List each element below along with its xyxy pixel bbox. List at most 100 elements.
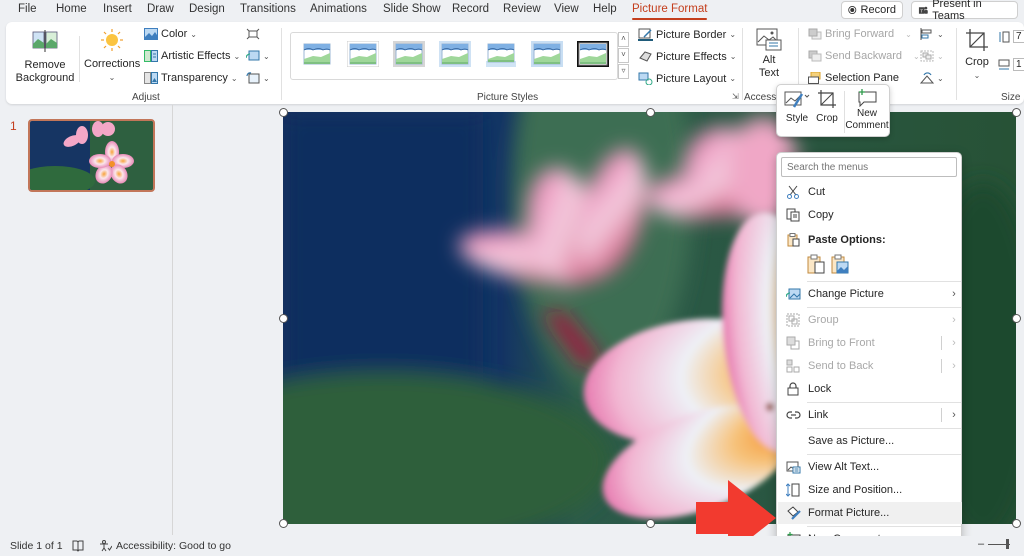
- menu-search-input[interactable]: [781, 157, 957, 177]
- notes-button[interactable]: [72, 540, 84, 552]
- height-value[interactable]: 7: [1013, 30, 1024, 43]
- width-value[interactable]: 1: [1013, 58, 1024, 71]
- accessibility-status[interactable]: Accessibility: Good to go: [99, 540, 231, 552]
- submenu-arrow-icon[interactable]: ›: [946, 337, 962, 349]
- menu-item-send-to-back[interactable]: Send to Back ›: [778, 355, 962, 377]
- resize-handle-left[interactable]: [279, 314, 288, 323]
- rotate-button[interactable]: ⌄: [920, 72, 944, 84]
- shape-width-field[interactable]: 1: [998, 58, 1024, 71]
- menu-item-bring-to-front-label: Bring to Front: [808, 337, 875, 349]
- menu-item-cut[interactable]: Cut: [778, 181, 962, 203]
- separator: [956, 28, 957, 100]
- zoom-slider-track[interactable]: [988, 538, 1011, 549]
- submenu-arrow-icon[interactable]: ›: [946, 409, 962, 421]
- artistic-effects-button[interactable]: Artistic Effects ⌄: [144, 50, 240, 62]
- slide-thumbnail[interactable]: [28, 119, 155, 192]
- mini-crop-button[interactable]: Crop: [814, 89, 840, 125]
- menu-item-group[interactable]: Group ›: [778, 309, 962, 331]
- menu-item-bring-to-front[interactable]: Bring to Front ›: [778, 332, 962, 354]
- tab-help[interactable]: Help: [593, 3, 617, 15]
- zoom-out-icon[interactable]: –: [978, 538, 984, 550]
- submenu-arrow-icon[interactable]: ›: [946, 360, 962, 372]
- menu-item-size-and-position[interactable]: Size and Position...: [778, 479, 962, 501]
- zoom-slider-thumb[interactable]: [1006, 538, 1010, 549]
- tab-design[interactable]: Design: [189, 3, 225, 15]
- gallery-scroll-down[interactable]: ˅: [618, 48, 629, 63]
- selection-pane-button[interactable]: Selection Pane: [808, 72, 899, 84]
- shape-height-field[interactable]: 7: [998, 30, 1024, 43]
- menu-item-view-alt-text[interactable]: View Alt Text...: [778, 456, 962, 478]
- present-in-teams-button[interactable]: T Present in Teams: [911, 0, 1018, 22]
- record-button[interactable]: Record: [841, 1, 903, 19]
- send-backward-button[interactable]: Send Backward ⌄: [808, 50, 920, 62]
- transparency-button[interactable]: Transparency ⌄: [144, 72, 238, 84]
- gallery-more-button[interactable]: ▿: [618, 64, 629, 79]
- picture-style-7[interactable]: [577, 41, 609, 67]
- picture-styles-gallery: [290, 32, 618, 80]
- tab-slide-show[interactable]: Slide Show: [383, 3, 441, 15]
- mini-style-button[interactable]: Style: [783, 89, 811, 125]
- compress-pictures-button[interactable]: [246, 28, 260, 40]
- slide-indicator[interactable]: Slide 1 of 1: [10, 540, 63, 552]
- color-label: Color: [161, 28, 188, 40]
- picture-effects-icon: [639, 51, 652, 62]
- chevron-down-icon: ⌄: [913, 51, 920, 61]
- menu-item-lock[interactable]: Lock: [778, 378, 962, 400]
- reset-picture-button[interactable]: ⌄: [246, 72, 270, 84]
- picture-style-6[interactable]: [531, 41, 563, 67]
- picture-styles-dialog-launcher[interactable]: ⇲: [732, 92, 739, 101]
- menu-item-link[interactable]: Link ›: [778, 404, 962, 426]
- mini-new-comment-button[interactable]: New Comment: [845, 89, 889, 132]
- align-button[interactable]: ⌄: [920, 28, 944, 40]
- resize-handle-top-left[interactable]: [279, 108, 288, 117]
- tab-insert[interactable]: Insert: [103, 3, 132, 15]
- picture-effects-button[interactable]: Picture Effects ⌄: [638, 50, 736, 63]
- paste-as-picture-icon[interactable]: [831, 254, 849, 274]
- tab-draw[interactable]: Draw: [147, 3, 174, 15]
- tab-animations[interactable]: Animations: [310, 3, 367, 15]
- picture-style-1[interactable]: [301, 41, 333, 67]
- menu-item-change-picture[interactable]: Change Picture ›: [778, 283, 962, 305]
- tab-picture-format[interactable]: Picture Format: [632, 3, 708, 20]
- adjust-group-label: Adjust: [132, 92, 160, 103]
- change-picture-button[interactable]: ⌄: [246, 50, 270, 62]
- accessibility-status-label: Accessibility: Good to go: [116, 540, 231, 552]
- tab-view[interactable]: View: [554, 3, 579, 15]
- resize-handle-bottom-right[interactable]: [1012, 519, 1021, 528]
- zoom-slider[interactable]: –: [978, 538, 1011, 550]
- tab-review[interactable]: Review: [503, 3, 541, 15]
- menu-item-save-as-picture[interactable]: Save as Picture...: [778, 430, 962, 452]
- crop-button[interactable]: Crop ⌄: [960, 28, 994, 82]
- tab-home[interactable]: Home: [56, 3, 87, 15]
- resize-handle-bottom[interactable]: [646, 519, 655, 528]
- corrections-button[interactable]: Corrections ⌄: [84, 28, 140, 84]
- transparency-label: Transparency: [161, 72, 228, 84]
- paste-keep-source-icon[interactable]: [807, 254, 825, 274]
- picture-style-2[interactable]: [346, 40, 380, 68]
- tab-file[interactable]: File: [18, 3, 37, 15]
- tab-transitions[interactable]: Transitions: [240, 3, 296, 15]
- context-menu: Cut Copy Paste Options: Change Picture ›…: [776, 152, 962, 550]
- resize-handle-right[interactable]: [1012, 314, 1021, 323]
- gallery-scroll-up[interactable]: ˄: [618, 32, 629, 47]
- menu-item-format-picture[interactable]: Format Picture...: [778, 502, 962, 524]
- color-button[interactable]: Color ⌄: [144, 28, 197, 40]
- tab-record[interactable]: Record: [452, 3, 489, 15]
- group-objects-button[interactable]: ⌄: [920, 50, 944, 62]
- resize-handle-bottom-left[interactable]: [279, 519, 288, 528]
- group-icon: [786, 313, 800, 327]
- menu-item-copy[interactable]: Copy: [778, 204, 962, 226]
- picture-style-4[interactable]: [439, 41, 471, 67]
- bring-forward-button[interactable]: Bring Forward ⌄: [808, 28, 912, 40]
- remove-background-button[interactable]: Remove Background: [12, 28, 78, 85]
- resize-handle-top-right[interactable]: [1012, 108, 1021, 117]
- pane-divider[interactable]: [172, 105, 173, 535]
- picture-style-3[interactable]: [393, 41, 425, 67]
- alt-text-button[interactable]: Alt Text: [751, 28, 787, 80]
- resize-handle-top[interactable]: [646, 108, 655, 117]
- mini-toolbar: Style Crop New Comment: [776, 84, 890, 137]
- send-to-back-icon: [786, 359, 800, 373]
- picture-style-5[interactable]: [485, 41, 517, 67]
- picture-layout-button[interactable]: Picture Layout ⌄: [638, 72, 736, 85]
- picture-border-button[interactable]: Picture Border ⌄: [638, 28, 736, 41]
